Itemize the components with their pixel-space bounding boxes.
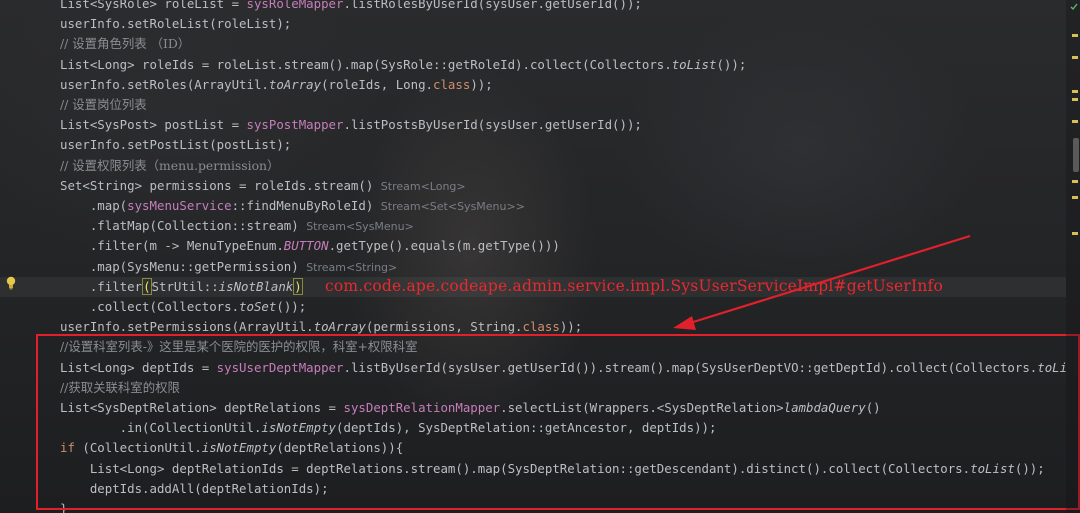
scroll-marker [1072,120,1078,123]
scroll-marker [1072,98,1078,101]
vertical-scrollbar[interactable] [1066,0,1080,513]
scrollbar-thumb[interactable] [1073,138,1079,172]
scroll-marker [1072,34,1078,37]
annotation-arrow [673,234,971,330]
scroll-marker [1072,90,1078,93]
scroll-marker [1072,180,1078,183]
scroll-marker [1072,56,1078,59]
inspection-ok-icon[interactable] [1070,3,1078,11]
scroll-marker [1072,196,1078,199]
scroll-marker [1072,232,1078,235]
